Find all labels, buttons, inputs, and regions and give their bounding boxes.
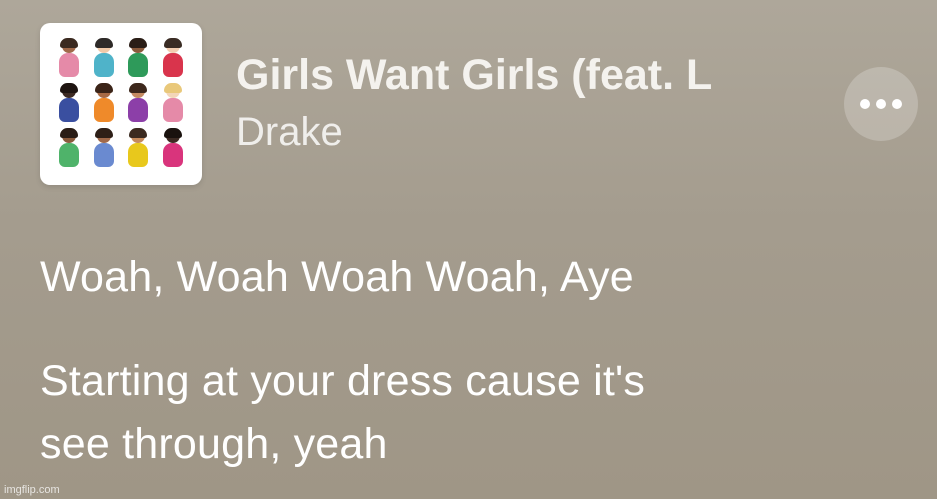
artist-name[interactable]: Drake bbox=[236, 110, 343, 155]
more-options-button[interactable] bbox=[844, 67, 918, 141]
ellipsis-icon bbox=[876, 99, 886, 109]
person-emoji-icon bbox=[124, 38, 152, 79]
person-emoji-icon bbox=[159, 82, 187, 124]
lyric-line-part: Starting at your dress cause it's bbox=[40, 357, 646, 405]
album-artwork[interactable] bbox=[40, 23, 202, 185]
ellipsis-icon bbox=[892, 99, 902, 109]
person-emoji-icon bbox=[90, 127, 118, 169]
person-emoji-icon bbox=[159, 127, 187, 169]
song-title: Girls Want Girls (feat. L bbox=[236, 51, 713, 99]
lyric-line-current[interactable]: Starting at your dress cause it's see th… bbox=[40, 350, 920, 476]
person-emoji-icon bbox=[90, 38, 118, 79]
lyric-line[interactable]: Woah, Woah Woah Woah, Aye bbox=[40, 253, 634, 302]
person-emoji-icon bbox=[55, 82, 83, 124]
person-emoji-icon bbox=[124, 82, 152, 124]
person-emoji-icon bbox=[90, 82, 118, 124]
watermark: imgflip.com bbox=[4, 484, 60, 496]
person-emoji-icon bbox=[159, 38, 187, 79]
lyric-line-part: see through, yeah bbox=[40, 420, 388, 468]
person-emoji-icon bbox=[55, 38, 83, 79]
ellipsis-icon bbox=[860, 99, 870, 109]
person-emoji-icon bbox=[55, 127, 83, 169]
person-emoji-icon bbox=[124, 127, 152, 169]
